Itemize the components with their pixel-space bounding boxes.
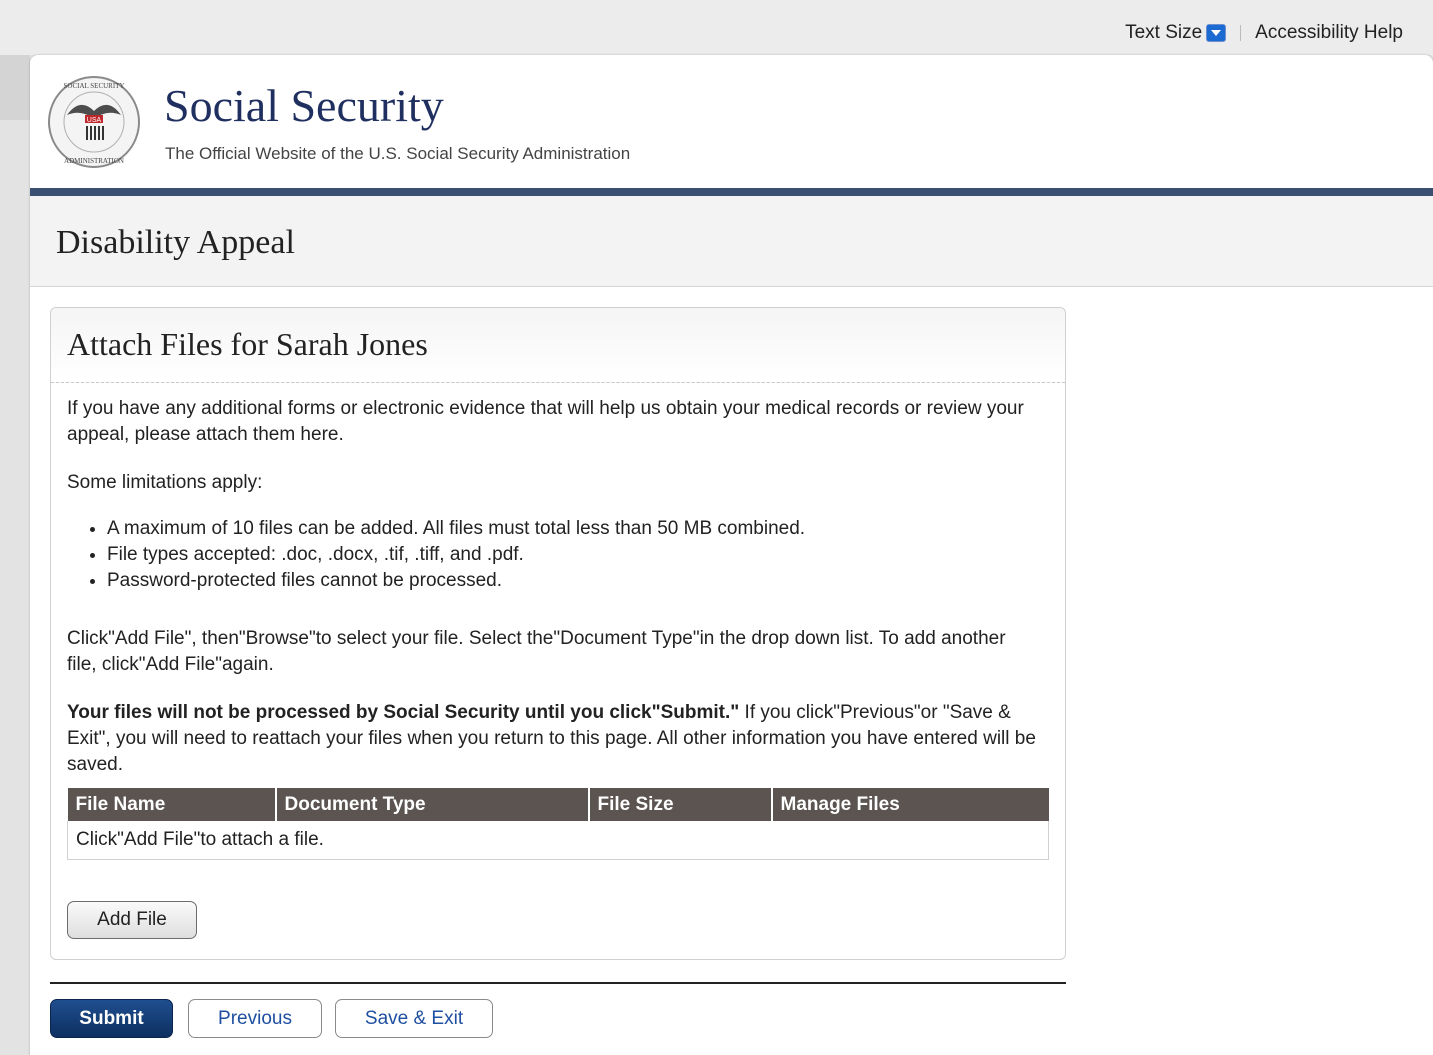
limitations-heading: Some limitations apply: [67,472,263,493]
table-row: Click"Add File"to attach a file. [67,821,1049,860]
seal-center-text: USA [87,117,102,124]
table-header-row: File Name Document Type File Size Manage… [67,788,1049,821]
col-document-type: Document Type [274,788,589,821]
warning-text: Your files will not be processed by Soci… [67,700,1037,778]
attach-files-panel: Attach Files for Sarah Jones If you have… [50,307,1066,960]
page-container: USA SOCIAL SECURITY ADMINISTRATION Socia… [30,55,1433,1055]
empty-table-message: Click"Add File"to attach a file. [67,821,1049,860]
site-title[interactable]: Social Security [164,83,444,129]
text-size-link[interactable]: Text Size [1125,22,1202,44]
limitation-item: File types accepted: .doc, .docx, .tif, … [107,542,805,568]
limitations-list: A maximum of 10 files can be added. All … [67,516,805,594]
limitation-item: A maximum of 10 files can be added. All … [107,516,805,542]
col-manage-files: Manage Files [770,788,1049,821]
left-band [0,55,30,120]
col-file-size: File Size [587,788,772,821]
seal-top-text: SOCIAL SECURITY [64,82,125,90]
seal-bottom-text: ADMINISTRATION [64,157,124,165]
panel-title: Attach Files for Sarah Jones [67,326,428,362]
chevron-down-icon[interactable] [1206,24,1227,42]
utility-links: Text Size Accessibility Help [1125,22,1403,44]
col-file-name: File Name [67,788,276,821]
site-subtitle: The Official Website of the U.S. Social … [165,144,631,163]
accessibility-help-link[interactable]: Accessibility Help [1255,22,1403,44]
limitation-item: Password-protected files cannot be proce… [107,568,805,594]
site-header: USA SOCIAL SECURITY ADMINISTRATION Socia… [30,55,1433,188]
ssa-seal-logo[interactable]: USA SOCIAL SECURITY ADMINISTRATION [47,75,141,169]
instructions-text: Click"Add File", then"Browse"to select y… [67,628,1006,675]
panel-header: Attach Files for Sarah Jones [51,308,1065,383]
utility-bar: Text Size Accessibility Help [0,0,1433,55]
submit-button[interactable]: Submit [50,999,173,1038]
files-table: File Name Document Type File Size Manage… [67,788,1049,860]
page-title: Disability Appeal [56,224,295,261]
previous-button[interactable]: Previous [188,999,322,1038]
page-title-band: Disability Appeal [30,196,1433,287]
intro-text: If you have any additional forms or elec… [67,398,1024,445]
add-file-button[interactable]: Add File [67,901,197,939]
save-exit-button[interactable]: Save & Exit [335,999,493,1038]
divider [1240,25,1242,41]
actions-divider [50,982,1066,984]
warning-bold: Your files will not be processed by Soci… [67,702,740,723]
header-divider [30,188,1433,196]
